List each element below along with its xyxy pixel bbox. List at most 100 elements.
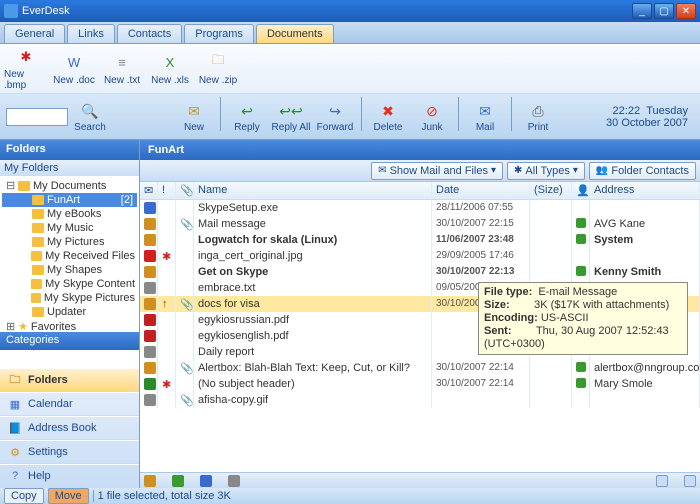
search-input[interactable] bbox=[6, 108, 68, 126]
col-date[interactable]: Date bbox=[432, 182, 530, 199]
tree-updater[interactable]: Updater bbox=[2, 305, 137, 319]
delete-icon: ✖ bbox=[377, 100, 399, 122]
file-row[interactable]: ✱(No subject header)30/10/2007 22:14Mary… bbox=[140, 376, 700, 392]
bb-contact-icon[interactable] bbox=[172, 475, 184, 487]
forward-button[interactable]: ↪Forward bbox=[315, 97, 355, 137]
tab-contacts[interactable]: Contacts bbox=[117, 24, 182, 43]
file-list: SkypeSetup.exe28/11/2006 07:55📎Mail mess… bbox=[140, 200, 700, 472]
date-cell: 30/10/2007 22:14 bbox=[432, 376, 530, 392]
file-icon bbox=[144, 298, 156, 310]
contact-icon bbox=[576, 218, 586, 228]
expand-icon[interactable]: ⊞ bbox=[6, 320, 15, 332]
mail-button[interactable]: ✉Mail bbox=[465, 97, 505, 137]
bb-folder-icon[interactable] bbox=[144, 475, 156, 487]
contact-icon bbox=[576, 266, 586, 276]
addr-icon-cell bbox=[572, 376, 590, 392]
tree-funart[interactable]: FunArt[2] bbox=[2, 193, 137, 207]
addr-cell bbox=[590, 248, 700, 264]
size-cell bbox=[530, 376, 572, 392]
folder-icon bbox=[18, 181, 30, 191]
file-row[interactable]: ✱inga_cert_original.jpg29/09/2005 17:46 bbox=[140, 248, 700, 264]
star-icon: ★ bbox=[18, 320, 28, 332]
col-address[interactable]: Address bbox=[590, 182, 700, 199]
delete-button[interactable]: ✖Delete bbox=[368, 97, 408, 137]
close-button[interactable]: ✕ bbox=[676, 3, 696, 19]
mail-icon: ✉ bbox=[474, 100, 496, 122]
tab-documents[interactable]: Documents bbox=[256, 24, 334, 43]
new-xls-button[interactable]: XNew .xls bbox=[148, 47, 192, 91]
tab-programs[interactable]: Programs bbox=[184, 24, 254, 43]
new-doc-button[interactable]: WNew .doc bbox=[52, 47, 96, 91]
attach-cell bbox=[176, 376, 194, 392]
help-icon: ? bbox=[8, 469, 22, 483]
addr-icon-cell bbox=[572, 248, 590, 264]
flag-cell bbox=[158, 280, 176, 296]
tab-general[interactable]: General bbox=[4, 24, 65, 43]
nav-address-book[interactable]: 📘Address Book bbox=[0, 416, 139, 440]
nav-calendar[interactable]: ▦Calendar bbox=[0, 392, 139, 416]
tree-my-documents[interactable]: ⊟My Documents bbox=[2, 178, 137, 193]
col-name[interactable]: Name bbox=[194, 182, 432, 199]
file-row[interactable]: Get on Skype30/10/2007 22:13Kenny Smith bbox=[140, 264, 700, 280]
col-icon[interactable]: ✉ bbox=[140, 182, 158, 199]
expand-icon[interactable]: ⊟ bbox=[6, 179, 15, 192]
new-icon: ✉ bbox=[183, 100, 205, 122]
bb-view2-icon[interactable] bbox=[684, 475, 696, 487]
attach-cell: 📎 bbox=[176, 296, 194, 312]
new-button[interactable]: ✉New bbox=[174, 97, 214, 137]
tree-my-music[interactable]: My Music bbox=[2, 221, 137, 235]
size-cell bbox=[530, 248, 572, 264]
tree-my-skype-content[interactable]: My Skype Content bbox=[2, 277, 137, 291]
nav-help[interactable]: ?Help bbox=[0, 464, 139, 488]
reply-all-button[interactable]: ↩↩Reply All bbox=[271, 97, 311, 137]
tab-links[interactable]: Links bbox=[67, 24, 115, 43]
col-size[interactable]: (Size) bbox=[530, 182, 572, 199]
tree-my-received-files[interactable]: My Received Files bbox=[2, 249, 137, 263]
attach-cell bbox=[176, 344, 194, 360]
folder-contacts-button[interactable]: 👥 Folder Contacts bbox=[589, 162, 696, 180]
bb-mail-icon[interactable] bbox=[200, 475, 212, 487]
action-toolbar: 🔍 Search ✉New ↩Reply↩↩Reply All↪Forward ✖D… bbox=[0, 94, 700, 140]
bb-view1-icon[interactable] bbox=[656, 475, 668, 487]
all-types-dropdown[interactable]: ✱ All Types ▾ bbox=[507, 162, 585, 180]
show-mail-files-dropdown[interactable]: ✉ Show Mail and Files ▾ bbox=[371, 162, 503, 180]
file-type-icon: 🗀 bbox=[207, 51, 229, 73]
print-button[interactable]: ⎙Print bbox=[518, 97, 558, 137]
tree-favorites[interactable]: ⊞★Favorites bbox=[2, 319, 137, 332]
move-button[interactable]: Move bbox=[48, 488, 89, 504]
tree-my-skype-pictures[interactable]: My Skype Pictures bbox=[2, 291, 137, 305]
file-row[interactable]: 📎Alertbox: Blah-Blah Text: Keep, Cut, or… bbox=[140, 360, 700, 376]
tree-my-ebooks[interactable]: My eBooks bbox=[2, 207, 137, 221]
flag-cell bbox=[158, 200, 176, 216]
addr-icon-cell bbox=[572, 360, 590, 376]
col-addr-icon[interactable]: 👤 bbox=[572, 182, 590, 199]
nav-settings[interactable]: ⚙Settings bbox=[0, 440, 139, 464]
tree-my-shapes[interactable]: My Shapes bbox=[2, 263, 137, 277]
maximize-button[interactable]: ▢ bbox=[654, 3, 674, 19]
new-bmp-button[interactable]: ✱New .bmp bbox=[4, 47, 48, 91]
col-attach[interactable]: 📎 bbox=[176, 182, 194, 199]
bb-file-icon[interactable] bbox=[228, 475, 240, 487]
reply-button[interactable]: ↩Reply bbox=[227, 97, 267, 137]
col-flag[interactable]: ! bbox=[158, 182, 176, 199]
tree-my-pictures[interactable]: My Pictures bbox=[2, 235, 137, 249]
file-row[interactable]: 📎afisha-copy.gif bbox=[140, 392, 700, 408]
my-folders-label[interactable]: My Folders bbox=[0, 160, 139, 176]
new-zip-button[interactable]: 🗀New .zip bbox=[196, 47, 240, 91]
file-row[interactable]: SkypeSetup.exe28/11/2006 07:55 bbox=[140, 200, 700, 216]
addr-cell: Kenny Smith bbox=[590, 264, 700, 280]
file-icon bbox=[144, 314, 156, 326]
junk-button[interactable]: ⊘Junk bbox=[412, 97, 452, 137]
minimize-button[interactable]: _ bbox=[632, 3, 652, 19]
search-button[interactable]: 🔍 Search bbox=[70, 97, 110, 137]
date-cell: 30/10/2007 22:13 bbox=[432, 264, 530, 280]
file-row[interactable]: Logwatch for skala (Linux)11/06/2007 23:… bbox=[140, 232, 700, 248]
categories-header[interactable]: Categories bbox=[0, 332, 139, 350]
copy-button[interactable]: Copy bbox=[4, 488, 44, 504]
nav-folders[interactable]: 🗀Folders bbox=[0, 368, 139, 392]
new-txt-button[interactable]: ≡New .txt bbox=[100, 47, 144, 91]
settings-icon: ⚙ bbox=[8, 445, 22, 459]
file-row[interactable]: 📎Mail message30/10/2007 22:15AVG Kane bbox=[140, 216, 700, 232]
attach-cell bbox=[176, 280, 194, 296]
flag-cell bbox=[158, 328, 176, 344]
